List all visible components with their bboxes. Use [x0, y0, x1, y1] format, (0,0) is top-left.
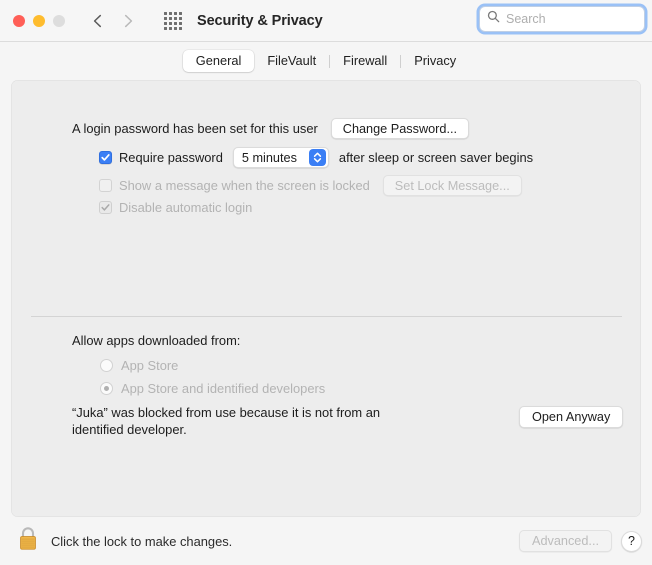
navigation-buttons [90, 13, 136, 29]
advanced-button: Advanced... [519, 530, 612, 552]
open-anyway-row: Open Anyway [519, 406, 623, 428]
radio-app-store [100, 359, 113, 372]
set-lock-message-button: Set Lock Message... [383, 175, 522, 196]
bottom-bar-actions: Advanced... ? [519, 530, 642, 552]
general-pane: A login password has been set for this u… [11, 80, 641, 517]
require-password-label: Require password [119, 150, 223, 165]
require-password-delay-popup[interactable]: 5 minutes [233, 147, 329, 168]
section-divider [31, 316, 622, 317]
locked-padlock-icon[interactable] [17, 526, 39, 557]
open-anyway-button[interactable]: Open Anyway [519, 406, 623, 428]
search-field[interactable] [479, 6, 645, 32]
tab-general[interactable]: General [183, 50, 255, 72]
allow-apps-option-app-store: App Store [100, 358, 178, 373]
chevron-right-icon[interactable] [120, 13, 136, 29]
require-password-suffix-label: after sleep or screen saver begins [339, 150, 533, 165]
close-button[interactable] [13, 15, 25, 27]
disable-automatic-login-row: Disable automatic login [99, 200, 252, 215]
chevron-left-icon[interactable] [90, 13, 106, 29]
disable-automatic-login-checkbox [99, 201, 112, 214]
require-password-checkbox[interactable] [99, 151, 112, 164]
show-all-grid-icon[interactable] [162, 10, 184, 32]
search-icon [487, 10, 500, 28]
allow-apps-option-identified-developers: App Store and identified developers [100, 381, 325, 396]
search-input[interactable] [506, 12, 637, 26]
radio-app-store-label: App Store [121, 358, 178, 373]
login-password-row: A login password has been set for this u… [72, 118, 469, 139]
radio-selected-dot [104, 386, 109, 391]
require-password-row: Require password 5 minutes after sleep o… [99, 147, 533, 168]
login-password-label: A login password has been set for this u… [72, 121, 318, 136]
minimize-button[interactable] [33, 15, 45, 27]
disable-automatic-login-label: Disable automatic login [119, 200, 252, 215]
show-lock-message-row: Show a message when the screen is locked… [99, 175, 522, 196]
tab-filevault[interactable]: FileVault [254, 50, 329, 72]
bottom-bar: Click the lock to make changes. Advanced… [0, 517, 652, 565]
blocked-app-message: “Juka” was blocked from use because it i… [72, 405, 422, 438]
show-lock-message-checkbox [99, 179, 112, 192]
tab-bar: General FileVault Firewall Privacy [0, 42, 652, 80]
tab-firewall[interactable]: Firewall [330, 50, 400, 72]
require-password-delay-value: 5 minutes [242, 151, 297, 165]
traffic-lights [13, 15, 65, 27]
allow-apps-heading-row: Allow apps downloaded from: [72, 333, 240, 348]
allow-apps-heading: Allow apps downloaded from: [72, 333, 240, 348]
page-title: Security & Privacy [197, 13, 323, 29]
title-bar: Security & Privacy [0, 0, 652, 42]
show-lock-message-label: Show a message when the screen is locked [119, 178, 370, 193]
tab-privacy[interactable]: Privacy [401, 50, 469, 72]
zoom-button [53, 15, 65, 27]
lock-hint-label: Click the lock to make changes. [51, 534, 232, 549]
help-button[interactable]: ? [621, 531, 642, 552]
radio-app-store-identified-developers-label: App Store and identified developers [121, 381, 325, 396]
chevron-up-down-icon[interactable] [309, 149, 326, 166]
radio-app-store-identified-developers [100, 382, 113, 395]
security-privacy-window: Security & Privacy General FileVault Fir… [0, 0, 652, 565]
change-password-button[interactable]: Change Password... [331, 118, 469, 139]
